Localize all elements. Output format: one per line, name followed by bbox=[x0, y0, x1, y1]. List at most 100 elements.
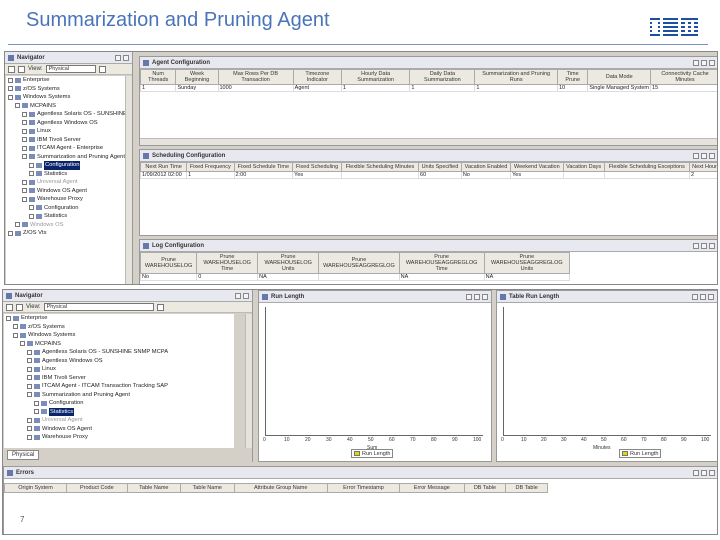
tree-node[interactable]: Agentless Windows OS bbox=[4, 357, 234, 366]
expand-toggle-icon[interactable] bbox=[8, 230, 13, 236]
maximize-icon[interactable] bbox=[701, 469, 707, 476]
expand-toggle-icon[interactable] bbox=[29, 213, 34, 219]
close-icon[interactable] bbox=[482, 293, 488, 300]
expand-toggle-icon[interactable] bbox=[29, 205, 34, 211]
column-header[interactable]: Prune WAREHOUSEAGGREGLOG Units bbox=[483, 252, 571, 274]
column-header[interactable]: Prune WAREHOUSEAGGREGLOG Time bbox=[398, 252, 485, 274]
column-header[interactable]: Flexible Scheduling Exceptions bbox=[603, 162, 690, 172]
maximize-icon[interactable] bbox=[701, 152, 707, 159]
tree-node[interactable]: Statistics bbox=[6, 170, 126, 179]
tree-node[interactable]: IBM Tivoli Server bbox=[4, 374, 234, 383]
column-header[interactable]: Table Name bbox=[180, 483, 235, 493]
view-select[interactable]: Physical bbox=[45, 65, 96, 73]
column-header[interactable]: DB Table bbox=[505, 483, 548, 493]
column-header[interactable]: Error Timestamp bbox=[326, 483, 401, 493]
expand-toggle-icon[interactable] bbox=[22, 196, 27, 202]
column-header[interactable]: Flexible Scheduling Minutes bbox=[340, 162, 420, 172]
expand-toggle-icon[interactable] bbox=[6, 315, 11, 321]
expand-toggle-icon[interactable] bbox=[27, 375, 32, 381]
column-header[interactable]: Next Hour bbox=[688, 162, 717, 172]
tree-node[interactable]: Statistics bbox=[4, 407, 234, 416]
refresh-icon[interactable] bbox=[8, 65, 15, 73]
column-header[interactable]: Product Code bbox=[66, 483, 128, 493]
tree-node[interactable]: Agentless Solaris OS - SUNSHINE bbox=[6, 110, 126, 119]
split-icon[interactable] bbox=[692, 293, 698, 300]
expand-toggle-icon[interactable] bbox=[27, 434, 32, 440]
restore-icon[interactable] bbox=[235, 292, 241, 299]
column-header[interactable]: Vacation Enabled bbox=[460, 162, 512, 172]
column-header[interactable]: Error Message bbox=[399, 483, 465, 493]
maximize-icon[interactable] bbox=[474, 293, 480, 300]
agent-config-hscroll[interactable] bbox=[140, 138, 717, 145]
tree-node[interactable]: Enterprise bbox=[6, 76, 126, 85]
column-header[interactable]: Origin System bbox=[3, 483, 68, 493]
column-header[interactable]: Prune WAREHOUSELOG Units bbox=[257, 252, 320, 274]
column-header[interactable]: Table Name bbox=[126, 483, 182, 493]
column-header[interactable]: Fixed Frequency bbox=[186, 162, 235, 172]
filter-icon[interactable] bbox=[18, 65, 25, 73]
navigator-tab-physical[interactable]: Physical bbox=[7, 450, 40, 460]
column-header[interactable]: Max Rows Per DB Transaction bbox=[217, 69, 294, 85]
expand-toggle-icon[interactable] bbox=[15, 103, 20, 109]
navigator-bottom-scrollbar[interactable] bbox=[245, 314, 252, 448]
maximize-icon[interactable] bbox=[123, 54, 129, 61]
tree-node[interactable]: Windows Systems bbox=[6, 93, 126, 102]
tree-node[interactable]: Agentless Windows OS bbox=[6, 119, 126, 128]
filter-icon[interactable] bbox=[16, 303, 23, 311]
tree-node[interactable]: Summarization and Pruning Agent bbox=[6, 153, 126, 162]
navigator-top-scrollbar[interactable] bbox=[125, 76, 132, 284]
split-icon[interactable] bbox=[693, 59, 699, 66]
column-header[interactable]: Daily Data Summarization bbox=[409, 69, 476, 85]
expand-toggle-icon[interactable] bbox=[22, 154, 27, 160]
column-header[interactable]: Vacation Days bbox=[562, 162, 605, 172]
column-header[interactable]: Prune WAREHOUSELOG Time bbox=[196, 252, 259, 274]
column-header[interactable]: Prune WAREHOUSELOG bbox=[139, 252, 198, 274]
expand-toggle-icon[interactable] bbox=[27, 392, 32, 398]
tree-node[interactable]: Windows OS Agent bbox=[4, 425, 234, 434]
expand-toggle-icon[interactable] bbox=[22, 137, 27, 143]
tree-node[interactable]: ITCAM Agent - ITCAM Transaction Tracking… bbox=[4, 382, 234, 391]
maximize-icon[interactable] bbox=[243, 292, 249, 299]
tree-node[interactable]: Universal Agent bbox=[4, 416, 234, 425]
expand-toggle-icon[interactable] bbox=[8, 94, 13, 100]
table-row[interactable]: No 0 NA NA NA bbox=[139, 273, 571, 281]
split-icon[interactable] bbox=[693, 152, 699, 159]
tree-node[interactable]: Warehouse Proxy bbox=[4, 433, 234, 442]
expand-toggle-icon[interactable] bbox=[27, 383, 32, 389]
tree-node[interactable]: MCPAINS bbox=[6, 102, 126, 111]
column-header[interactable]: Num Threads bbox=[139, 69, 177, 85]
tree-node[interactable]: ITCAM Agent - Enterprise bbox=[6, 144, 126, 153]
maximize-icon[interactable] bbox=[701, 59, 707, 66]
tree-node[interactable]: Configuration bbox=[6, 204, 126, 213]
column-header[interactable]: DB Table bbox=[463, 483, 507, 493]
column-header[interactable]: Hourly Data Summarization bbox=[340, 69, 411, 85]
close-icon[interactable] bbox=[709, 242, 715, 249]
close-icon[interactable] bbox=[709, 469, 715, 476]
expand-toggle-icon[interactable] bbox=[34, 400, 39, 406]
tree-node[interactable]: Windows OS Agent bbox=[6, 187, 126, 196]
expand-toggle-icon[interactable] bbox=[15, 222, 20, 228]
tree-node[interactable]: Configuration bbox=[4, 399, 234, 408]
tree-options-icon[interactable] bbox=[156, 303, 164, 311]
column-header[interactable]: Units Specified bbox=[418, 162, 462, 172]
expand-toggle-icon[interactable] bbox=[34, 409, 39, 415]
tree-node[interactable]: Statistics bbox=[6, 212, 126, 221]
expand-toggle-icon[interactable] bbox=[22, 128, 27, 134]
column-header[interactable]: Connectivity Cache Minutes bbox=[650, 69, 717, 85]
tree-node[interactable]: Warehouse Proxy bbox=[6, 195, 126, 204]
restore-icon[interactable] bbox=[115, 54, 121, 61]
column-header[interactable]: Fixed Schedule Time bbox=[233, 162, 294, 172]
close-icon[interactable] bbox=[709, 59, 715, 66]
table-row[interactable]: 1 Sunday 1000 Agent 1 1 1 10 Single Managed Syst… bbox=[139, 84, 717, 92]
tree-node[interactable]: z/OS Systems bbox=[4, 323, 234, 332]
expand-toggle-icon[interactable] bbox=[27, 366, 32, 372]
column-header[interactable]: Fixed Scheduling bbox=[292, 162, 342, 172]
expand-toggle-icon[interactable] bbox=[8, 77, 13, 83]
tree-node[interactable]: IBM Tivoli Server bbox=[6, 136, 126, 145]
tree-node[interactable]: Windows OS bbox=[6, 221, 126, 230]
expand-toggle-icon[interactable] bbox=[22, 188, 27, 194]
expand-toggle-icon[interactable] bbox=[22, 179, 27, 185]
tree-node[interactable]: Z/OS Vts bbox=[6, 229, 126, 238]
expand-toggle-icon[interactable] bbox=[22, 120, 27, 126]
column-header[interactable]: Data Mode bbox=[587, 69, 652, 85]
